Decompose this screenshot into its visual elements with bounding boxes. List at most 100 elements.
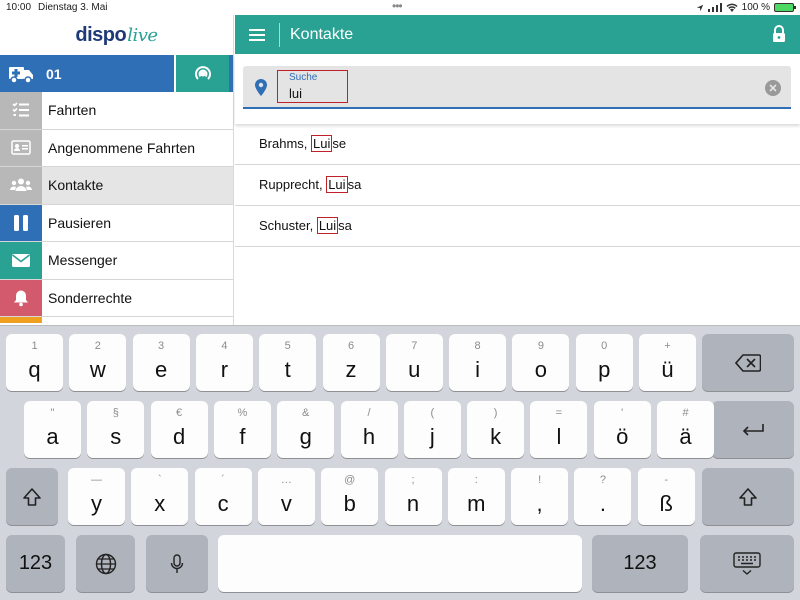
menu-toggle-button[interactable] [235, 15, 279, 54]
multitask-dots-icon[interactable]: ••• [392, 0, 403, 14]
key-u[interactable]: 7u [385, 334, 443, 391]
key-v[interactable]: … v [257, 468, 315, 525]
key-a[interactable]: " a [24, 401, 81, 458]
sidebar-item-fahrten[interactable]: Fahrten [0, 92, 233, 130]
key-ö[interactable]: ' ö [593, 401, 651, 458]
key-numbers-left[interactable]: 123 [6, 535, 65, 592]
key-return[interactable] [712, 401, 794, 458]
battery-percent: 100 % [741, 2, 770, 13]
close-icon [769, 84, 777, 92]
clear-search-button[interactable] [765, 80, 781, 96]
sidebar-item-label: Messenger [48, 252, 118, 269]
key-alt-char: + [664, 340, 671, 352]
sidebar-item-kontakte[interactable]: Kontakte [0, 167, 233, 205]
shift-icon [739, 487, 757, 506]
key-m[interactable]: :m [447, 468, 505, 525]
search-panel: Suche [235, 54, 800, 124]
key-alt-char: ! [538, 474, 542, 486]
key-char: l [556, 423, 562, 449]
key-alt-char: @ [344, 474, 356, 486]
key-hide-keyboard[interactable] [700, 535, 794, 592]
key-char: t [284, 356, 291, 382]
key-alt-char: 4 [221, 340, 228, 352]
key-numbers-right[interactable]: 123 [592, 535, 688, 592]
contact-result-row[interactable]: Schuster, Lui sa [235, 206, 800, 247]
key-o[interactable]: 9o [512, 334, 570, 391]
key-alt-char: ` [157, 474, 162, 486]
vehicle-button[interactable]: 01 [0, 55, 175, 92]
status-bar: 10:00 Dienstag 3. Mai ••• 100 % [0, 0, 800, 15]
key-i[interactable]: 8i [449, 334, 507, 391]
key-b[interactable]: @ b [321, 468, 379, 525]
sidebar: dispo live 01 Fahrten Angenommene Fahrte… [0, 15, 234, 325]
key-alt-char: 2 [94, 340, 101, 352]
key-alt-char: % [237, 407, 248, 419]
key-char: v [280, 490, 292, 516]
key-z[interactable]: 6z [322, 334, 380, 391]
key-ä[interactable]: # ä [657, 401, 714, 458]
key-e[interactable]: 3e [132, 334, 190, 391]
key-space[interactable] [218, 535, 582, 592]
page-title: Kontakte [290, 25, 354, 43]
key-p[interactable]: 0p [575, 334, 633, 391]
search-field[interactable]: Suche [243, 66, 791, 109]
sidebar-item-sonderrechte[interactable]: Sonderrechte [0, 279, 233, 317]
key-shift-right[interactable] [702, 468, 794, 525]
key-alt-char: 7 [411, 340, 418, 352]
key-dictation[interactable] [146, 535, 208, 592]
key-d[interactable]: € d [150, 401, 208, 458]
key-char: g [299, 423, 312, 449]
battery-icon [774, 3, 796, 12]
search-input[interactable] [289, 86, 489, 101]
key-char: m [467, 490, 486, 516]
key-globe[interactable] [76, 535, 135, 592]
key-alt-char: 6 [347, 340, 355, 352]
key-x[interactable]: ` x [131, 468, 189, 525]
key-f[interactable]: % f [213, 401, 271, 458]
key-char: ß [659, 490, 673, 516]
key-h[interactable]: / h [340, 401, 398, 458]
key-shift-left[interactable] [6, 468, 58, 525]
key-char: d [172, 423, 186, 449]
key-ü[interactable]: + ü [639, 334, 696, 391]
key-q[interactable]: 1q [6, 334, 63, 391]
result-name-prefix: Rupprecht, [259, 177, 327, 192]
key-char: e [154, 356, 168, 382]
envelope-icon [0, 242, 42, 279]
list-icon [0, 92, 42, 129]
contact-result-row[interactable]: Rupprecht, Lui sa [235, 165, 800, 206]
key-r[interactable]: 4r [195, 334, 253, 391]
key-alt-char: — [91, 474, 102, 486]
key-k[interactable]: ) k [467, 401, 525, 458]
key-w[interactable]: 2w [69, 334, 127, 391]
lock-icon[interactable] [772, 25, 786, 43]
location-arrow-icon [696, 4, 703, 11]
radio-signal-icon [194, 65, 211, 80]
key-j[interactable]: (j [403, 401, 461, 458]
key-ß[interactable]: -ß [637, 468, 695, 525]
status-time: 10:00 [6, 2, 32, 13]
key-char: k [490, 423, 502, 449]
contact-result-row[interactable]: Brahms, Lui se [235, 124, 800, 165]
radio-status-button[interactable] [176, 55, 230, 92]
key-s[interactable]: § s [87, 401, 145, 458]
key-.[interactable]: ?. [574, 468, 632, 525]
key-backspace[interactable] [702, 334, 794, 391]
key-c[interactable]: ´ c [194, 468, 252, 525]
key-n[interactable]: ; n [384, 468, 442, 525]
key-,[interactable]: !, [511, 468, 569, 525]
key-g[interactable]: & g [277, 401, 335, 458]
key-t[interactable]: 5t [259, 334, 317, 391]
key-numbers-label: 123 [18, 552, 53, 574]
sidebar-item-pausieren[interactable]: Pausieren [0, 204, 233, 242]
sidebar-item-angenommene-fahrten[interactable]: Angenommene Fahrten [0, 129, 233, 167]
sidebar-item-messenger[interactable]: Messenger [0, 242, 233, 280]
key-y[interactable]: — y [68, 468, 125, 525]
sidebar-item-label: Sonderrechte [48, 289, 133, 306]
key-alt-char: … [280, 474, 292, 486]
next-menu-item-edge [0, 317, 42, 323]
globe-icon [95, 553, 116, 574]
key-char: h [362, 423, 376, 449]
result-name-prefix: Schuster, [259, 218, 317, 233]
key-l[interactable]: = l [530, 401, 588, 458]
